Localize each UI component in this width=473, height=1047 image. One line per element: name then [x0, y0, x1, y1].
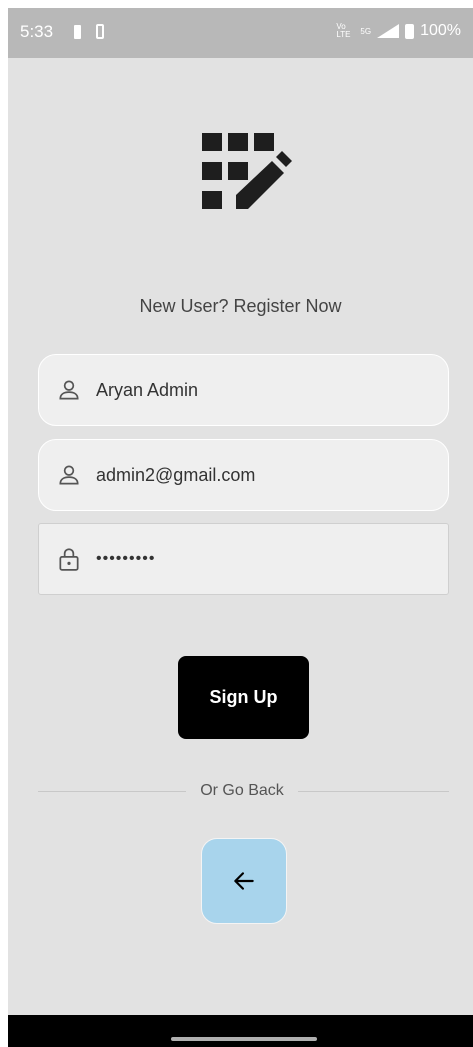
network-type-label: 5G [360, 26, 372, 36]
email-field[interactable]: admin2@gmail.com [38, 439, 449, 511]
or-divider: Or Go Back [38, 781, 449, 801]
back-button[interactable] [201, 838, 287, 924]
divider-label: Or Go Back [200, 782, 284, 799]
battery-icon [405, 23, 415, 39]
divider-line-right [298, 791, 449, 792]
name-field[interactable]: Aryan Admin [38, 354, 449, 426]
register-screen: 5:33 Vo LTE 5G 100% New User? Register N… [8, 8, 473, 1047]
volte-label: Vo LTE [336, 22, 351, 39]
sign-up-button[interactable]: Sign Up [178, 656, 309, 739]
password-value: ••••••••• [96, 550, 156, 567]
divider-line-left [38, 791, 186, 792]
password-field[interactable]: ••••••••• [38, 523, 449, 595]
notification-icon [74, 25, 81, 39]
person-icon [59, 465, 79, 485]
status-bar: 5:33 Vo LTE 5G 100% [8, 8, 473, 58]
register-heading: New User? Register Now [139, 296, 342, 316]
grid-edit-icon [202, 133, 292, 209]
signal-strength-icon [377, 24, 400, 38]
lock-icon [59, 548, 79, 571]
arrow-left-icon [234, 872, 254, 890]
person-icon [59, 380, 79, 400]
navigation-bar [8, 1015, 473, 1047]
status-right-group: Vo LTE 5G 100% [336, 22, 461, 40]
email-value: admin2@gmail.com [96, 464, 256, 485]
battery-percent: 100% [420, 22, 461, 39]
status-time: 5:33 [20, 22, 54, 41]
battery-saver-icon [96, 24, 104, 39]
name-value: Aryan Admin [96, 379, 199, 400]
home-gesture-handle[interactable] [171, 1037, 317, 1041]
